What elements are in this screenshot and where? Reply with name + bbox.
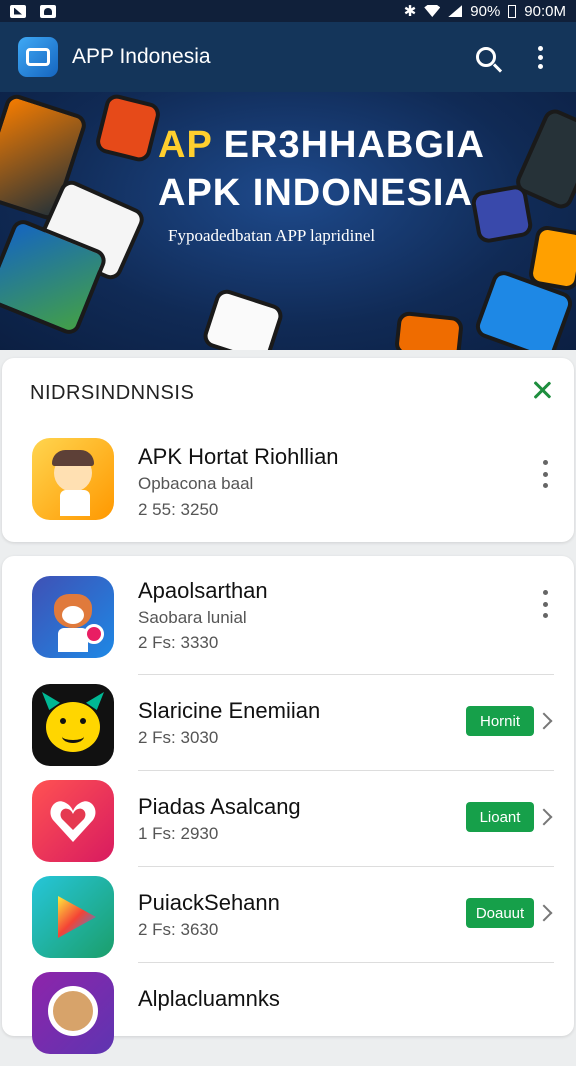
status-time: 90:0M	[524, 2, 566, 20]
app-list-item[interactable]: Slaricine Enemiian 2 Fs: 3030 Hornit	[2, 682, 574, 778]
bluetooth-icon: ✱	[403, 3, 417, 20]
app-meta: 2 Fs: 3330	[138, 633, 219, 652]
overflow-menu-button[interactable]	[522, 39, 558, 75]
chevron-right-icon[interactable]	[535, 808, 553, 826]
install-button[interactable]: Doauut	[466, 898, 534, 928]
app-icon	[32, 438, 114, 520]
banner-title-line1: AP ER3HHABGIA	[158, 124, 485, 166]
battery-percent: 90%	[470, 2, 501, 20]
divider	[138, 962, 554, 963]
app-icon	[32, 684, 114, 766]
app-meta: 1 Fs: 2930	[138, 824, 219, 843]
banner-phone-image	[200, 286, 286, 350]
divider	[138, 674, 554, 675]
app-list-card: Apaolsarthan Saobara lunial 2 Fs: 3330 S…	[2, 556, 574, 1054]
app-icon	[32, 780, 114, 862]
app-meta: 2 55: 3250	[138, 500, 219, 519]
message-icon	[40, 4, 56, 18]
more-options-button[interactable]	[538, 460, 552, 488]
promo-banner[interactable]: AP ER3HHABGIA APK INDONESIA Fypoadedbata…	[0, 92, 576, 350]
notification-icon	[10, 4, 26, 18]
app-logo	[18, 37, 58, 77]
install-button[interactable]: Lioant	[466, 802, 534, 832]
app-list-item[interactable]: Apaolsarthan Saobara lunial 2 Fs: 3330	[2, 574, 574, 670]
section-card: NIDRSINDNNSIS APK Hortat Riohllian Opbac…	[2, 358, 574, 542]
signal-icon	[448, 5, 463, 17]
banner-phone-image	[93, 92, 163, 164]
install-button[interactable]: Hornit	[466, 706, 534, 736]
battery-icon	[508, 4, 517, 18]
banner-phone-image	[469, 183, 535, 245]
app-list-item[interactable]: Piadas Asalcang 1 Fs: 2930 Lioant	[2, 778, 574, 874]
banner-phone-image	[393, 310, 465, 350]
app-name: Apaolsarthan	[138, 578, 268, 603]
app-name: Piadas Asalcang	[138, 794, 301, 819]
banner-subtitle: Fypoadedbatan APP lapridinel	[168, 226, 376, 245]
app-name: PuiackSehann	[138, 890, 280, 915]
app-name: Slaricine Enemiian	[138, 698, 321, 723]
app-name: APK Hortat Riohllian	[138, 444, 339, 469]
app-subtitle: Saobara lunial	[138, 608, 247, 627]
status-bar: ✱ 90% 90:0M	[0, 0, 576, 22]
app-title: APP Indonesia	[72, 45, 211, 68]
more-options-button[interactable]	[538, 590, 552, 618]
divider	[138, 770, 554, 771]
section-title: NIDRSINDNNSIS	[30, 382, 195, 404]
app-list-item[interactable]: APK Hortat Riohllian Opbacona baal 2 55:…	[2, 434, 574, 530]
app-icon	[32, 972, 114, 1054]
app-name: Alplacluamnks	[138, 986, 280, 1011]
banner-title-line2: APK INDONESIA	[158, 172, 473, 214]
chevron-right-icon[interactable]	[535, 712, 553, 730]
app-list-item[interactable]: PuiackSehann 2 Fs: 3630 Doauut	[2, 874, 574, 970]
more-vert-icon	[537, 45, 543, 69]
app-bar: APP Indonesia	[0, 22, 576, 92]
app-list-item[interactable]: Alplacluamnks	[2, 970, 574, 1066]
divider	[138, 866, 554, 867]
wifi-icon	[424, 5, 441, 17]
chevron-right-icon[interactable]	[535, 904, 553, 922]
close-icon[interactable]	[528, 376, 556, 404]
app-icon	[32, 876, 114, 958]
search-icon	[476, 47, 496, 67]
app-icon	[32, 576, 114, 658]
app-meta: 2 Fs: 3030	[138, 728, 219, 747]
search-button[interactable]	[468, 39, 504, 75]
app-meta: 2 Fs: 3630	[138, 920, 219, 939]
app-subtitle: Opbacona baal	[138, 474, 254, 493]
